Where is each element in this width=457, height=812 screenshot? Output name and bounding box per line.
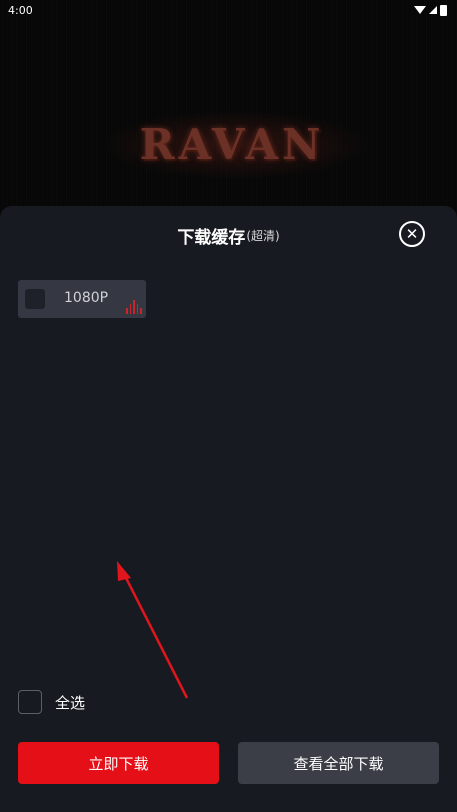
select-all-toggle[interactable]: 全选: [18, 690, 85, 714]
sheet-title: 下载缓存: [177, 227, 246, 248]
view-all-downloads-button[interactable]: 查看全部下载: [238, 742, 439, 784]
select-all-checkbox[interactable]: [18, 690, 42, 714]
status-bar: 4:00: [0, 0, 457, 20]
audio-wave-icon: [126, 300, 142, 314]
video-player-area[interactable]: RAVAN: [0, 0, 457, 215]
video-title-logo: RAVAN: [139, 120, 325, 169]
red-arrow-annotation: [117, 561, 189, 699]
quality-option-1080p[interactable]: 1080P: [18, 280, 146, 318]
select-all-label: 全选: [55, 693, 86, 712]
close-icon: ✕: [405, 225, 419, 243]
sheet-subtitle: (超清): [246, 228, 280, 243]
battery-icon: [440, 4, 447, 16]
download-now-button[interactable]: 立即下载: [18, 742, 219, 784]
quality-checkbox[interactable]: [25, 289, 45, 309]
status-icons: [414, 4, 447, 16]
signal-icon: [429, 6, 437, 14]
sheet-header: 下载缓存 (超清) ✕: [0, 206, 457, 264]
status-time: 4:00: [8, 3, 33, 17]
download-cache-sheet: 下载缓存 (超清) ✕ 1080P 全选 立即下载 查看全部下载: [0, 206, 457, 812]
wifi-icon: [414, 6, 426, 14]
quality-label: 1080P: [64, 290, 109, 306]
close-button[interactable]: ✕: [399, 221, 425, 247]
